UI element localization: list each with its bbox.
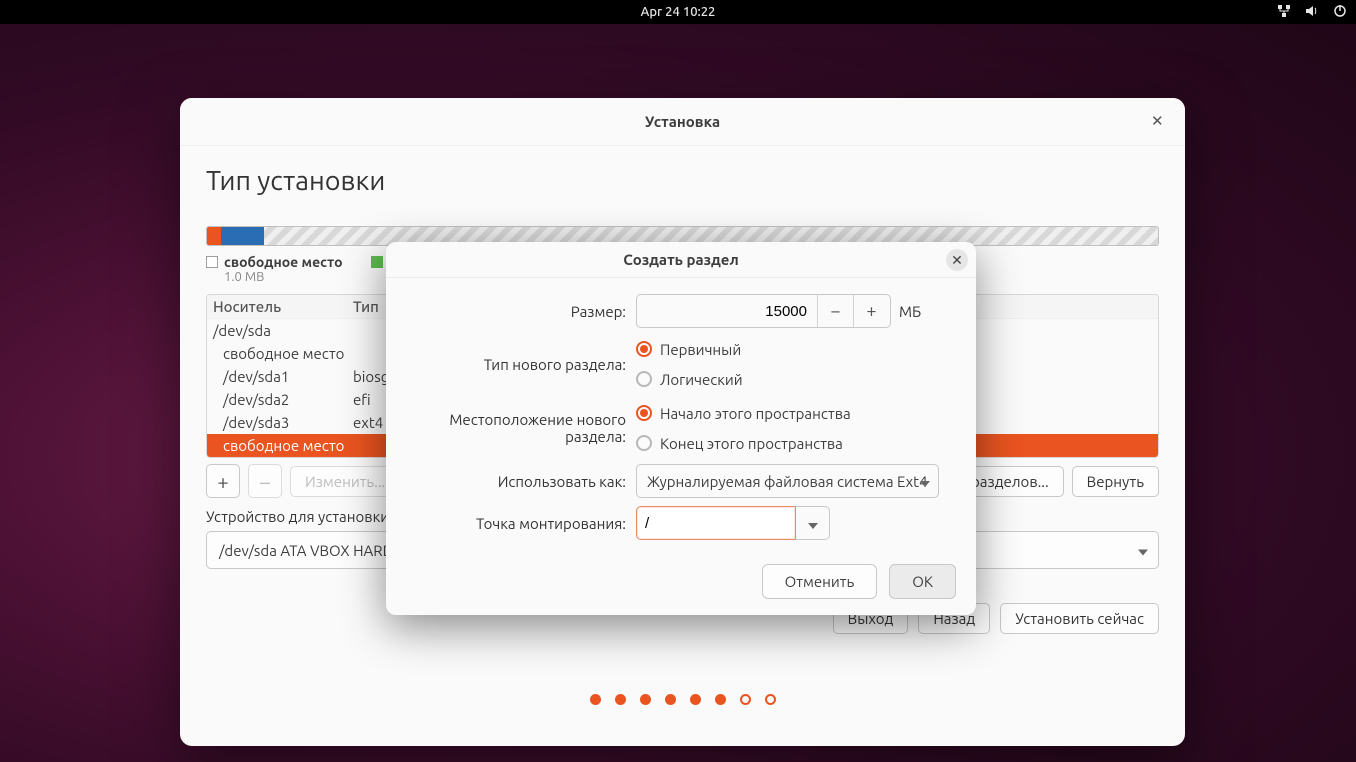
close-icon[interactable]: ✕ <box>946 249 968 271</box>
cell-device: /dev/sda2 <box>213 391 353 408</box>
radio-label: Первичный <box>660 341 741 358</box>
swatch-icon <box>206 256 218 268</box>
pager-dot <box>665 694 676 705</box>
cell-device: /dev/sda3 <box>213 414 353 431</box>
ok-button[interactable]: OK <box>889 564 956 599</box>
network-icon[interactable] <box>1276 3 1292 22</box>
cell-device: свободное место <box>213 437 353 454</box>
dialog-title: Создать раздел <box>623 251 738 268</box>
pager-dot <box>590 694 601 705</box>
revert-button[interactable]: Вернуть <box>1072 466 1159 497</box>
radio-label: Начало этого пространства <box>660 405 851 422</box>
legend-name: свободное место <box>224 254 343 270</box>
top-bar: Apr 24 10:22 <box>0 0 1356 24</box>
clock-text: Apr 24 10:22 <box>641 5 716 19</box>
col-device: Носитель <box>213 298 353 315</box>
install-now-button[interactable]: Установить сейчас <box>1000 603 1159 634</box>
dialog-actions: Отменить OK <box>386 564 976 615</box>
size-stepper[interactable]: − + <box>636 294 891 328</box>
radio-icon <box>636 435 652 451</box>
radio-location-end[interactable]: Конец этого пространства <box>636 430 843 456</box>
volume-icon[interactable] <box>1304 3 1320 22</box>
change-partition-button[interactable]: Изменить... <box>290 466 400 497</box>
cell-device: /dev/sda <box>213 322 353 339</box>
legend-size: 1.0 MB <box>206 270 343 284</box>
legend-item: свободное место 1.0 MB <box>206 254 343 284</box>
cell-device: /dev/sda1 <box>213 368 353 385</box>
size-decrement-button[interactable]: − <box>817 295 853 327</box>
size-unit: МБ <box>899 303 921 320</box>
pager-dot <box>765 694 776 705</box>
strip-segment <box>207 227 221 245</box>
bootloader-value: /dev/sda ATA VBOX HARD <box>219 542 393 559</box>
location-label: Местоположение нового раздела: <box>406 411 636 445</box>
power-icon[interactable] <box>1332 3 1348 22</box>
page-title: Тип установки <box>206 166 1159 196</box>
size-increment-button[interactable]: + <box>853 295 889 327</box>
add-partition-button[interactable]: + <box>206 464 240 498</box>
window-header: Установка <box>180 98 1185 146</box>
mount-point-label: Точка монтирования: <box>406 515 636 532</box>
remove-partition-button[interactable]: – <box>248 464 282 498</box>
pager-dot <box>615 694 626 705</box>
dialog-header: Создать раздел ✕ <box>386 242 976 278</box>
mount-point-dropdown-button[interactable] <box>796 506 830 540</box>
pager-dot <box>640 694 651 705</box>
mount-point-input[interactable] <box>636 506 796 540</box>
radio-icon <box>636 405 652 421</box>
radio-logical[interactable]: Логический <box>636 366 743 392</box>
mount-point-combo[interactable] <box>636 506 830 540</box>
close-icon[interactable] <box>1151 112 1171 132</box>
system-tray <box>1276 0 1348 24</box>
partition-type-label: Тип нового раздела: <box>406 356 636 373</box>
cancel-button[interactable]: Отменить <box>762 564 878 599</box>
radio-icon <box>636 341 652 357</box>
chevron-down-icon <box>1138 542 1148 559</box>
chevron-down-icon <box>920 473 930 490</box>
pager-dot <box>715 694 726 705</box>
pager-dot <box>690 694 701 705</box>
radio-label: Логический <box>660 371 743 388</box>
radio-primary[interactable]: Первичный <box>636 336 741 362</box>
size-input[interactable] <box>637 295 817 327</box>
pager-dot <box>740 694 751 705</box>
use-as-label: Использовать как: <box>406 473 636 490</box>
use-as-value: Журналируемая файловая система Ext4 <box>647 473 928 490</box>
size-label: Размер: <box>406 303 636 320</box>
chevron-down-icon <box>808 515 818 532</box>
window-title: Установка <box>645 113 720 130</box>
swatch-icon <box>371 256 383 268</box>
use-as-select[interactable]: Журналируемая файловая система Ext4 <box>636 464 939 498</box>
radio-icon <box>636 371 652 387</box>
create-partition-dialog: Создать раздел ✕ Размер: − + МБ Тип ново… <box>386 242 976 615</box>
strip-segment <box>221 227 264 245</box>
radio-label: Конец этого пространства <box>660 435 843 452</box>
pager-dots <box>206 694 1159 705</box>
radio-location-begin[interactable]: Начало этого пространства <box>636 400 851 426</box>
dialog-body: Размер: − + МБ Тип нового раздела: Перви… <box>386 278 976 564</box>
cell-device: свободное место <box>213 345 353 362</box>
